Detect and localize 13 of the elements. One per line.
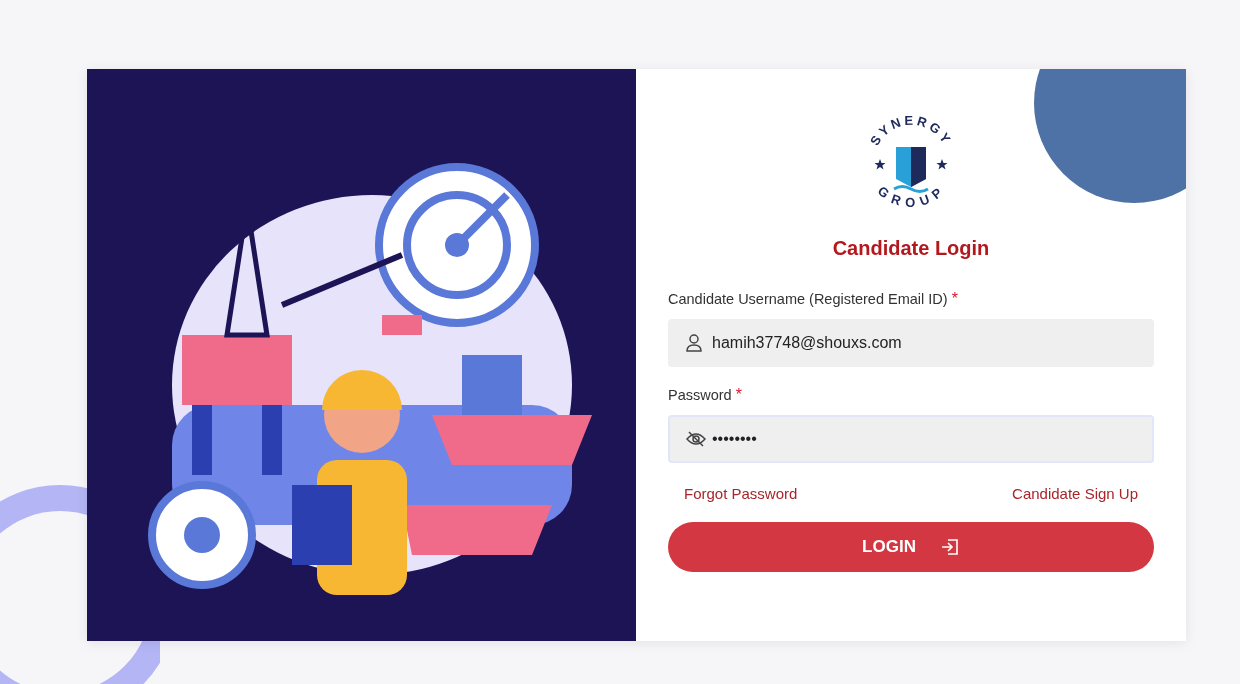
field-label: Candidate Username (Registered Email ID) bbox=[668, 291, 948, 307]
required-mark: * bbox=[735, 386, 742, 403]
login-icon bbox=[939, 537, 960, 556]
user-icon bbox=[686, 334, 702, 352]
forgot-password-link[interactable]: Forgot Password bbox=[684, 483, 798, 506]
login-button[interactable]: LOGIN bbox=[668, 521, 1154, 572]
sign-up-link[interactable]: Candidate Sign Up bbox=[1012, 483, 1138, 506]
login-title: Candidate Login bbox=[832, 237, 990, 259]
email-field[interactable]: hamih37748@shouxs.com bbox=[668, 319, 1154, 367]
required-mark: * bbox=[951, 290, 958, 307]
field-label: Password bbox=[668, 387, 732, 403]
password-field[interactable]: •••••••• bbox=[668, 415, 1154, 463]
hidden-eye-icon[interactable] bbox=[686, 430, 706, 448]
